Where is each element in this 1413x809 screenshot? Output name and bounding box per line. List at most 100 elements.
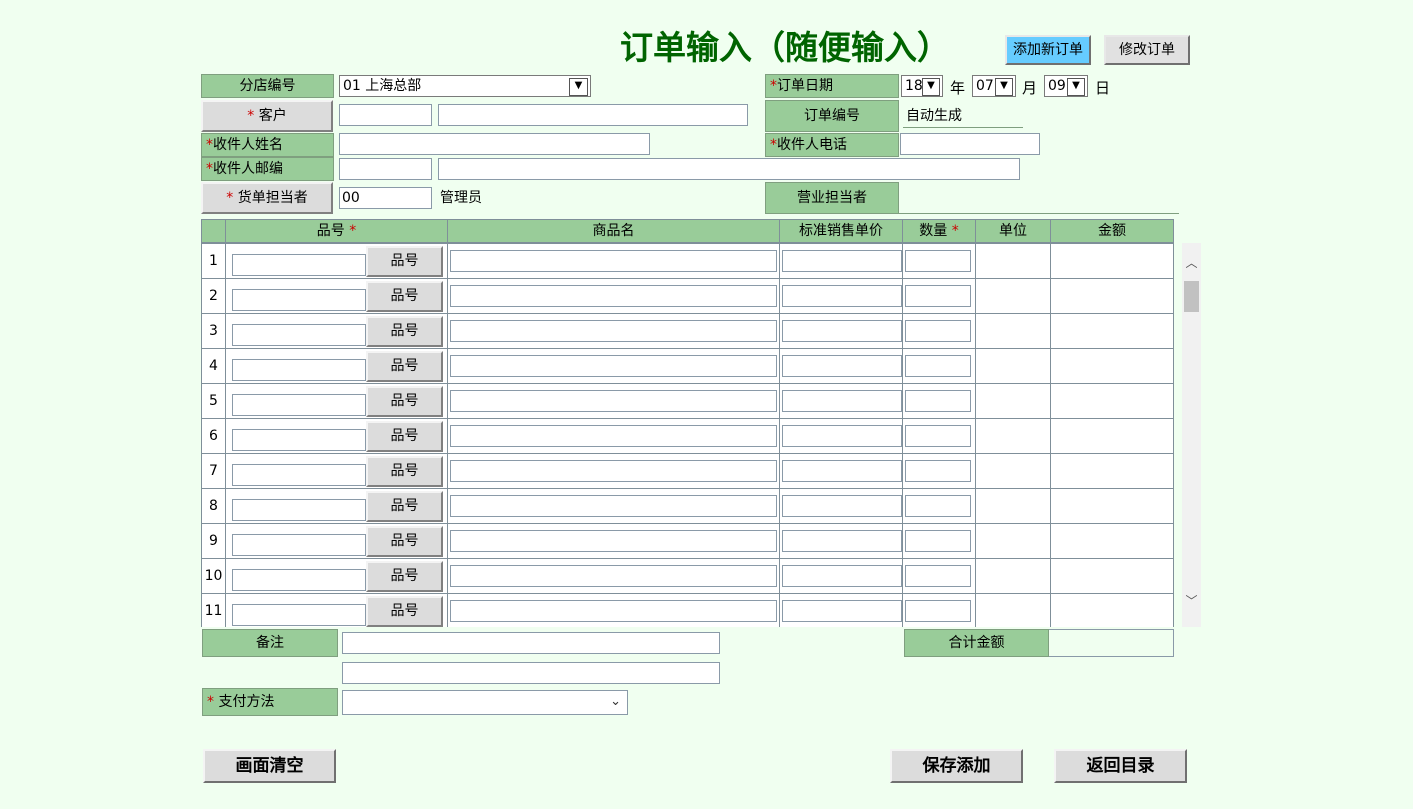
price-cell — [779, 278, 903, 314]
item-no-input[interactable] — [232, 499, 366, 521]
recipient-zip-input[interactable] — [339, 158, 432, 180]
item-name-input[interactable] — [450, 460, 777, 482]
price-input[interactable] — [782, 320, 902, 342]
name-cell — [447, 558, 780, 594]
price-input[interactable] — [782, 495, 902, 517]
item-lookup-button[interactable]: 品号 — [366, 456, 443, 487]
price-input[interactable] — [782, 460, 902, 482]
item-no-input[interactable] — [232, 464, 366, 486]
total-value — [1049, 629, 1174, 657]
staff-name: 管理员 — [440, 186, 482, 210]
clear-screen-button[interactable]: 画面清空 — [203, 749, 336, 783]
month-select[interactable]: 07 ▼ — [972, 75, 1016, 97]
item-name-input[interactable] — [450, 565, 777, 587]
price-input[interactable] — [782, 530, 902, 552]
item-name-input[interactable] — [450, 425, 777, 447]
item-name-input[interactable] — [450, 320, 777, 342]
price-input[interactable] — [782, 390, 902, 412]
recipient-address-input[interactable] — [438, 158, 1020, 180]
qty-input[interactable] — [905, 600, 971, 622]
price-input[interactable] — [782, 425, 902, 447]
item-name-input[interactable] — [450, 600, 777, 622]
day-unit: 日 — [1095, 76, 1110, 100]
price-input[interactable] — [782, 285, 902, 307]
name-cell — [447, 243, 780, 279]
item-lookup-button[interactable]: 品号 — [366, 491, 443, 522]
month-unit: 月 — [1022, 76, 1037, 100]
payment-select[interactable]: ⌄ — [342, 690, 628, 715]
save-add-button[interactable]: 保存添加 — [890, 749, 1023, 783]
qty-input[interactable] — [905, 250, 971, 272]
remark-input-1[interactable] — [342, 632, 720, 654]
item-no-cell: 品号 — [225, 418, 448, 454]
item-name-input[interactable] — [450, 530, 777, 552]
qty-input[interactable] — [905, 495, 971, 517]
item-lookup-button[interactable]: 品号 — [366, 246, 443, 277]
price-cell — [779, 383, 903, 419]
recipient-phone-label-text: 收件人电话 — [777, 137, 847, 153]
item-name-input[interactable] — [450, 250, 777, 272]
qty-input[interactable] — [905, 460, 971, 482]
item-lookup-button[interactable]: 品号 — [366, 351, 443, 382]
unit-cell — [975, 418, 1051, 454]
price-input[interactable] — [782, 600, 902, 622]
order-date-label: *订单日期 — [765, 74, 899, 98]
item-no-input[interactable] — [232, 534, 366, 556]
grid-header-index — [201, 219, 226, 243]
item-name-input[interactable] — [450, 390, 777, 412]
qty-input[interactable] — [905, 390, 971, 412]
item-lookup-button[interactable]: 品号 — [366, 386, 443, 417]
item-name-input[interactable] — [450, 495, 777, 517]
price-input[interactable] — [782, 355, 902, 377]
item-no-input[interactable] — [232, 604, 366, 626]
remark-input-2[interactable] — [342, 662, 720, 684]
qty-input[interactable] — [905, 565, 971, 587]
item-lookup-button[interactable]: 品号 — [366, 561, 443, 592]
item-lookup-button[interactable]: 品号 — [366, 596, 443, 627]
chevron-down-icon[interactable]: ﹀ — [1182, 593, 1201, 609]
qty-cell — [902, 593, 976, 627]
item-no-input[interactable] — [232, 324, 366, 346]
item-lookup-button[interactable]: 品号 — [366, 316, 443, 347]
amount-cell — [1050, 418, 1174, 454]
item-lookup-button[interactable]: 品号 — [366, 526, 443, 557]
item-no-input[interactable] — [232, 289, 366, 311]
customer-lookup-button[interactable]: * 客户 — [201, 100, 333, 132]
item-no-input[interactable] — [232, 569, 366, 591]
edit-order-button[interactable]: 修改订单 — [1104, 35, 1190, 65]
qty-input[interactable] — [905, 285, 971, 307]
add-new-order-button[interactable]: 添加新订单 — [1005, 35, 1091, 65]
item-no-input[interactable] — [232, 359, 366, 381]
item-name-input[interactable] — [450, 285, 777, 307]
back-to-menu-button[interactable]: 返回目录 — [1054, 749, 1187, 783]
item-no-input[interactable] — [232, 254, 366, 276]
item-lookup-button[interactable]: 品号 — [366, 281, 443, 312]
item-no-cell: 品号 — [225, 278, 448, 314]
customer-name-input[interactable] — [438, 104, 748, 126]
year-select[interactable]: 18 ▼ — [901, 75, 943, 97]
item-lookup-button[interactable]: 品号 — [366, 421, 443, 452]
recipient-phone-input[interactable] — [900, 133, 1040, 155]
customer-code-input[interactable] — [339, 104, 432, 126]
day-select[interactable]: 09 ▼ — [1044, 75, 1088, 97]
staff-lookup-button[interactable]: * 货单担当者 — [201, 182, 333, 214]
branch-select[interactable]: 01 上海总部 ▼ — [339, 75, 591, 97]
qty-input[interactable] — [905, 530, 971, 552]
item-no-input[interactable] — [232, 429, 366, 451]
qty-input[interactable] — [905, 320, 971, 342]
unit-cell — [975, 523, 1051, 559]
scrollbar-thumb[interactable] — [1184, 281, 1199, 312]
price-input[interactable] — [782, 565, 902, 587]
staff-code-input[interactable]: 00 — [339, 187, 432, 209]
qty-input[interactable] — [905, 425, 971, 447]
recipient-name-input[interactable] — [339, 133, 650, 155]
item-no-input[interactable] — [232, 394, 366, 416]
price-cell — [779, 523, 903, 559]
item-name-input[interactable] — [450, 355, 777, 377]
price-cell — [779, 558, 903, 594]
price-input[interactable] — [782, 250, 902, 272]
grid-scrollbar[interactable]: ︿ ﹀ — [1182, 243, 1201, 627]
qty-input[interactable] — [905, 355, 971, 377]
chevron-up-icon[interactable]: ︿ — [1182, 255, 1201, 271]
item-no-cell: 品号 — [225, 243, 448, 279]
